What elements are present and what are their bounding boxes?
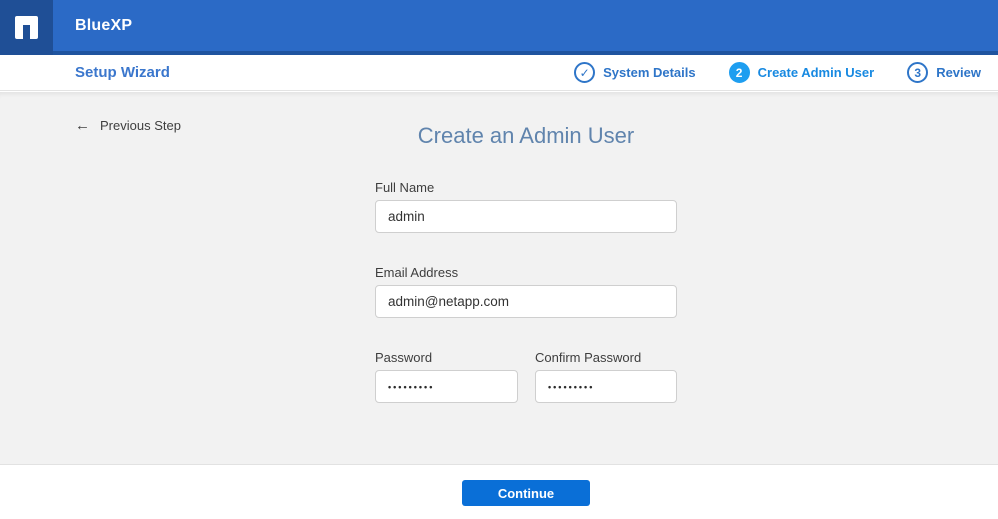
bluexp-setup-wizard-page: BlueXP Setup Wizard ✓ System Details 2 C… [0, 0, 998, 519]
top-app-bar: BlueXP [0, 0, 998, 55]
continue-button[interactable]: Continue [462, 480, 590, 506]
netapp-logo-container [0, 0, 53, 55]
wizard-title: Setup Wizard [75, 64, 170, 81]
previous-step-label: Previous Step [100, 118, 181, 133]
password-input[interactable] [375, 370, 518, 403]
back-arrow-icon: ← [75, 117, 90, 134]
email-input[interactable] [375, 285, 677, 318]
step-label: Review [936, 65, 981, 80]
step-label: Create Admin User [757, 65, 875, 80]
step-create-admin-user[interactable]: 2 Create Admin User [728, 62, 875, 83]
password-label: Password [375, 350, 433, 365]
netapp-logo-icon [15, 16, 38, 39]
email-label: Email Address [375, 265, 459, 280]
step-review[interactable]: 3 Review [907, 62, 981, 83]
step-label: System Details [603, 65, 696, 80]
wizard-stepper: ✓ System Details 2 Create Admin User 3 R… [574, 62, 981, 83]
confirm-password-input[interactable] [535, 370, 677, 403]
page-title: Create an Admin User [417, 123, 635, 148]
step-number-badge: 2 [728, 62, 750, 83]
step-number-badge: 3 [907, 62, 929, 83]
app-title: BlueXP [75, 16, 133, 34]
previous-step-link[interactable]: ← Previous Step [75, 118, 181, 133]
full-name-label: Full Name [375, 180, 435, 195]
full-name-input[interactable] [375, 200, 677, 233]
step-check-icon: ✓ [574, 62, 596, 83]
confirm-password-label: Confirm Password [535, 350, 642, 365]
wizard-bar: Setup Wizard ✓ System Details 2 Create A… [0, 55, 998, 91]
step-system-details[interactable]: ✓ System Details [574, 62, 696, 83]
